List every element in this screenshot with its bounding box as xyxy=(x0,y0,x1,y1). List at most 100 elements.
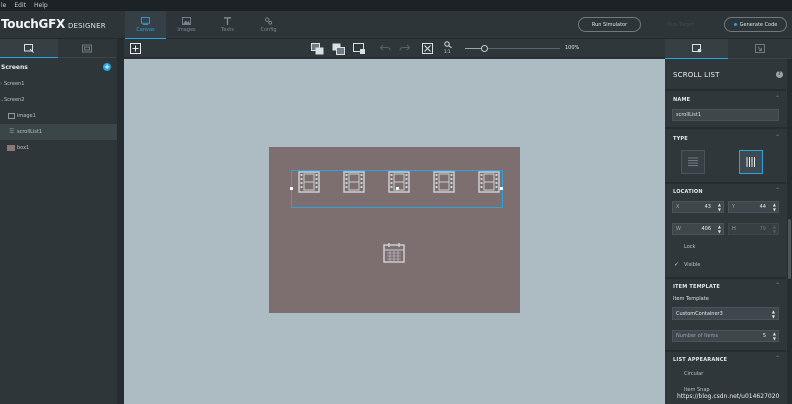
tab-widgets[interactable] xyxy=(58,39,116,58)
run-simulator-label: Run Simulator xyxy=(591,21,628,28)
location-section-label: LOCATION xyxy=(673,189,703,195)
redo-icon[interactable] xyxy=(399,43,410,53)
item-template-label: Item Template xyxy=(673,296,709,302)
item-template-select[interactable]: CustomContainer3 ▲ ▼ xyxy=(672,307,779,320)
zoom-icon[interactable] xyxy=(444,41,452,48)
menu-edit[interactable]: Edit xyxy=(14,2,26,9)
zoom-reset-button[interactable]: 1:1 xyxy=(444,49,450,54)
tree-item-screen1[interactable]: › Screen1 xyxy=(0,76,117,92)
scrollbar-thumb[interactable] xyxy=(788,219,791,279)
bring-to-front-icon[interactable] xyxy=(311,43,324,55)
menu-file[interactable]: le xyxy=(1,2,6,9)
add-screen-button[interactable]: + xyxy=(103,63,111,71)
section-divider xyxy=(665,127,786,129)
tree-item-box1[interactable]: box1 xyxy=(0,140,117,156)
config-icon xyxy=(264,17,273,25)
x-field[interactable]: X 43 ▲ ▼ xyxy=(672,201,724,213)
add-widget-icon[interactable] xyxy=(130,43,141,54)
design-canvas[interactable] xyxy=(124,59,665,404)
tab-texts-label: Texts xyxy=(221,27,234,33)
resize-handle-right[interactable] xyxy=(500,187,503,190)
visible-label: Visible xyxy=(684,261,701,268)
tree-item-image1[interactable]: image1 xyxy=(0,108,117,124)
send-to-back-icon[interactable] xyxy=(332,43,345,55)
app-header: TouchGFX DESIGNER Canvas Images Texts Co… xyxy=(0,11,792,39)
image-widget-icon xyxy=(8,113,15,119)
properties-icon xyxy=(691,44,701,53)
box-widget-icon xyxy=(7,145,15,151)
tree-item-label: box1 xyxy=(17,145,30,151)
properties-scrollbar[interactable] xyxy=(787,59,792,404)
number-of-items-stepper-icon[interactable]: ▲ ▼ xyxy=(773,331,776,341)
generate-code-button[interactable]: Generate Code xyxy=(724,17,787,32)
tab-properties[interactable] xyxy=(665,39,728,59)
visible-checkbox[interactable]: ✓ Visible xyxy=(674,261,700,268)
tab-images-label: Images xyxy=(177,27,196,33)
tree-item-scrolllist1[interactable]: ☰ scrollList1 xyxy=(0,124,117,140)
item-template-value: CustomContainer3 xyxy=(676,310,723,317)
scroll-list-widget[interactable] xyxy=(290,170,503,208)
y-stepper-icon[interactable]: ▲ ▼ xyxy=(773,202,776,212)
circular-checkbox[interactable]: Circular xyxy=(674,371,703,377)
tab-images[interactable]: Images xyxy=(166,11,207,39)
collapse-list-appearance-icon[interactable]: ⌃ xyxy=(775,355,780,362)
film-icon xyxy=(298,171,320,193)
y-field-label: Y xyxy=(732,204,736,210)
panel-splitter[interactable] xyxy=(117,39,124,404)
x-field-label: X xyxy=(676,204,680,210)
x-field-value: 43 xyxy=(704,204,711,210)
y-field-value: 44 xyxy=(759,204,766,210)
zoom-slider[interactable] xyxy=(465,45,560,52)
tree-item-label: scrollList1 xyxy=(17,129,43,135)
left-panel-tabs xyxy=(0,39,117,58)
zoom-slider-knob[interactable] xyxy=(481,45,488,52)
collapse-item-template-icon[interactable]: ⌃ xyxy=(775,282,780,289)
name-section-label: NAME xyxy=(673,97,691,103)
list-appearance-section-label: LIST APPEARANCE xyxy=(673,357,728,363)
w-field-value: 406 xyxy=(701,226,711,232)
section-divider xyxy=(665,182,786,184)
run-simulator-button[interactable]: Run Simulator xyxy=(578,17,641,32)
film-icon xyxy=(478,171,500,193)
app-logo: TouchGFX DESIGNER xyxy=(1,17,106,31)
w-field-label: W xyxy=(676,226,681,232)
collapse-name-icon[interactable]: ⌃ xyxy=(775,95,780,102)
x-stepper-icon[interactable]: ▲ ▼ xyxy=(718,202,721,212)
tab-interactions[interactable] xyxy=(728,39,791,59)
fit-screen-icon[interactable] xyxy=(422,43,433,54)
zoom-value: 100% xyxy=(565,45,580,51)
tree-item-screen2[interactable]: ⌄ Screen2 xyxy=(0,92,117,108)
y-field[interactable]: Y 44 ▲ ▼ xyxy=(728,201,779,213)
canvas-toolbar: 1:1 100% xyxy=(124,39,665,58)
generate-dot-icon xyxy=(733,23,737,26)
run-target-label: Run Target xyxy=(667,21,695,28)
lock-checkbox[interactable]: Lock xyxy=(674,244,695,250)
number-of-items-field[interactable]: Number of Items 5 ▲ ▼ xyxy=(672,330,779,342)
generate-code-label: Generate Code xyxy=(739,21,778,28)
film-icon xyxy=(388,171,410,193)
h-stepper-icon: ▲ ▼ xyxy=(772,224,776,234)
main-nav: Canvas Images Texts Config xyxy=(125,11,289,39)
tab-canvas[interactable]: Canvas xyxy=(125,11,166,39)
collapse-location-icon[interactable]: ⌃ xyxy=(775,187,780,194)
menu-help[interactable]: Help xyxy=(34,2,48,9)
tab-config[interactable]: Config xyxy=(248,11,289,39)
circular-label: Circular xyxy=(684,371,704,377)
name-input[interactable]: scrollList1 xyxy=(672,109,779,121)
w-stepper-icon[interactable]: ▲ ▼ xyxy=(718,224,721,234)
tab-texts[interactable]: Texts xyxy=(207,11,248,39)
resize-handle-left[interactable] xyxy=(290,187,293,190)
arrange-icon[interactable] xyxy=(353,43,366,55)
type-horizontal-button[interactable] xyxy=(681,150,705,174)
screen-preview[interactable] xyxy=(269,147,520,313)
run-target-button[interactable]: Run Target xyxy=(647,17,715,32)
type-vertical-button[interactable] xyxy=(739,150,763,174)
tree-item-label: Screen2 xyxy=(4,97,25,103)
collapse-type-icon[interactable]: ⌃ xyxy=(775,134,780,141)
undo-icon[interactable] xyxy=(380,43,391,53)
w-field[interactable]: W 406 ▲ ▼ xyxy=(672,223,724,235)
help-icon[interactable]: ? xyxy=(776,71,783,78)
tab-widgets-tree[interactable] xyxy=(0,39,58,58)
screens-header: Screens + xyxy=(0,58,117,76)
h-field-value: 79 xyxy=(759,226,766,232)
